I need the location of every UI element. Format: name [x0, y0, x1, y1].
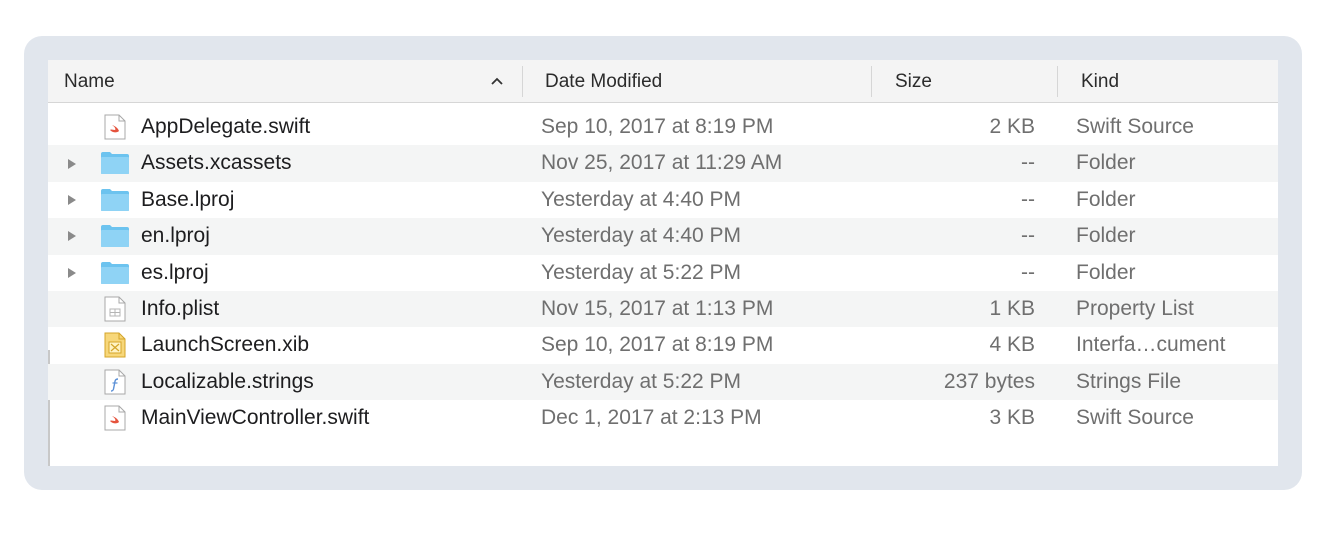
- file-size: 4 KB: [989, 333, 1035, 357]
- file-kind: Folder: [1076, 224, 1136, 248]
- finder-list-view: Name Date Modified Size Kind AppDelegate…: [48, 60, 1278, 466]
- file-kind: Folder: [1076, 260, 1136, 284]
- file-kind: Strings File: [1076, 369, 1182, 393]
- file-row[interactable]: Info.plist Nov 15, 2017 at 1:13 PM 1 KB …: [48, 290, 1278, 328]
- xib-file-icon: [100, 332, 130, 358]
- file-list: AppDelegate.swift Sep 10, 2017 at 8:19 P…: [48, 109, 1278, 437]
- file-size: --: [1021, 224, 1035, 248]
- file-name: Info.plist: [141, 296, 220, 320]
- file-size: 1 KB: [989, 296, 1035, 320]
- file-date-modified: Yesterday at 5:22 PM: [541, 260, 742, 284]
- swift-file-icon: [100, 114, 130, 140]
- file-size: --: [1021, 187, 1035, 211]
- folder-icon: [100, 224, 130, 248]
- file-name: Assets.xcassets: [141, 151, 292, 175]
- column-header: Name Date Modified Size Kind: [48, 60, 1278, 103]
- file-date-modified: Sep 10, 2017 at 8:19 PM: [541, 333, 774, 357]
- file-date-modified: Yesterday at 4:40 PM: [541, 187, 742, 211]
- folder-icon: [100, 261, 130, 285]
- file-size: 237 bytes: [943, 369, 1035, 393]
- file-size: 3 KB: [989, 406, 1035, 430]
- swift-file-icon: [100, 405, 130, 431]
- file-row[interactable]: AppDelegate.swift Sep 10, 2017 at 8:19 P…: [48, 109, 1278, 145]
- column-header-date-modified[interactable]: Date Modified: [545, 60, 662, 103]
- column-divider[interactable]: [522, 66, 523, 97]
- file-name: Localizable.strings: [141, 369, 314, 393]
- file-size: --: [1021, 151, 1035, 175]
- file-kind: Swift Source: [1076, 115, 1194, 138]
- file-date-modified: Nov 25, 2017 at 11:29 AM: [541, 151, 783, 175]
- file-row[interactable]: MainViewController.swift Dec 1, 2017 at …: [48, 400, 1278, 436]
- file-kind: Interfa…cument: [1076, 333, 1226, 357]
- folder-icon: [100, 151, 130, 175]
- file-kind: Folder: [1076, 151, 1136, 175]
- file-row[interactable]: es.lproj Yesterday at 5:22 PM -- Folder: [48, 255, 1278, 291]
- column-header-size[interactable]: Size: [895, 60, 932, 103]
- file-name: AppDelegate.swift: [141, 115, 311, 138]
- file-date-modified: Yesterday at 4:40 PM: [541, 224, 742, 248]
- file-kind: Property List: [1076, 296, 1194, 320]
- file-size: --: [1021, 260, 1035, 284]
- file-name: Base.lproj: [141, 187, 235, 211]
- plist-file-icon: [100, 296, 130, 322]
- file-kind: Folder: [1076, 187, 1136, 211]
- file-name: en.lproj: [141, 224, 210, 248]
- disclosure-triangle-icon[interactable]: [65, 145, 79, 181]
- file-row[interactable]: Base.lproj Yesterday at 4:40 PM -- Folde…: [48, 182, 1278, 218]
- disclosure-triangle-icon[interactable]: [65, 218, 79, 254]
- file-kind: Swift Source: [1076, 406, 1194, 430]
- disclosure-triangle-icon[interactable]: [65, 182, 79, 218]
- strings-file-icon: [100, 369, 130, 395]
- disclosure-triangle-icon[interactable]: [65, 255, 79, 291]
- file-date-modified: Dec 1, 2017 at 2:13 PM: [541, 406, 762, 430]
- file-date-modified: Sep 10, 2017 at 8:19 PM: [541, 115, 774, 138]
- file-date-modified: Yesterday at 5:22 PM: [541, 369, 742, 393]
- file-row[interactable]: en.lproj Yesterday at 4:40 PM -- Folder: [48, 218, 1278, 255]
- file-row[interactable]: Assets.xcassets Nov 25, 2017 at 11:29 AM…: [48, 145, 1278, 182]
- column-header-name[interactable]: Name: [64, 60, 115, 103]
- column-header-kind[interactable]: Kind: [1081, 60, 1119, 103]
- column-divider[interactable]: [871, 66, 872, 97]
- column-divider[interactable]: [1057, 66, 1058, 97]
- file-date-modified: Nov 15, 2017 at 1:13 PM: [541, 296, 774, 320]
- file-size: 2 KB: [989, 115, 1035, 138]
- file-name: es.lproj: [141, 260, 209, 284]
- folder-icon: [100, 188, 130, 212]
- file-row[interactable]: Localizable.strings Yesterday at 5:22 PM…: [48, 363, 1278, 401]
- file-name: LaunchScreen.xib: [141, 333, 310, 357]
- file-row[interactable]: LaunchScreen.xib Sep 10, 2017 at 8:19 PM…: [48, 327, 1278, 363]
- chevron-up-icon[interactable]: [488, 60, 506, 103]
- file-name: MainViewController.swift: [141, 406, 370, 430]
